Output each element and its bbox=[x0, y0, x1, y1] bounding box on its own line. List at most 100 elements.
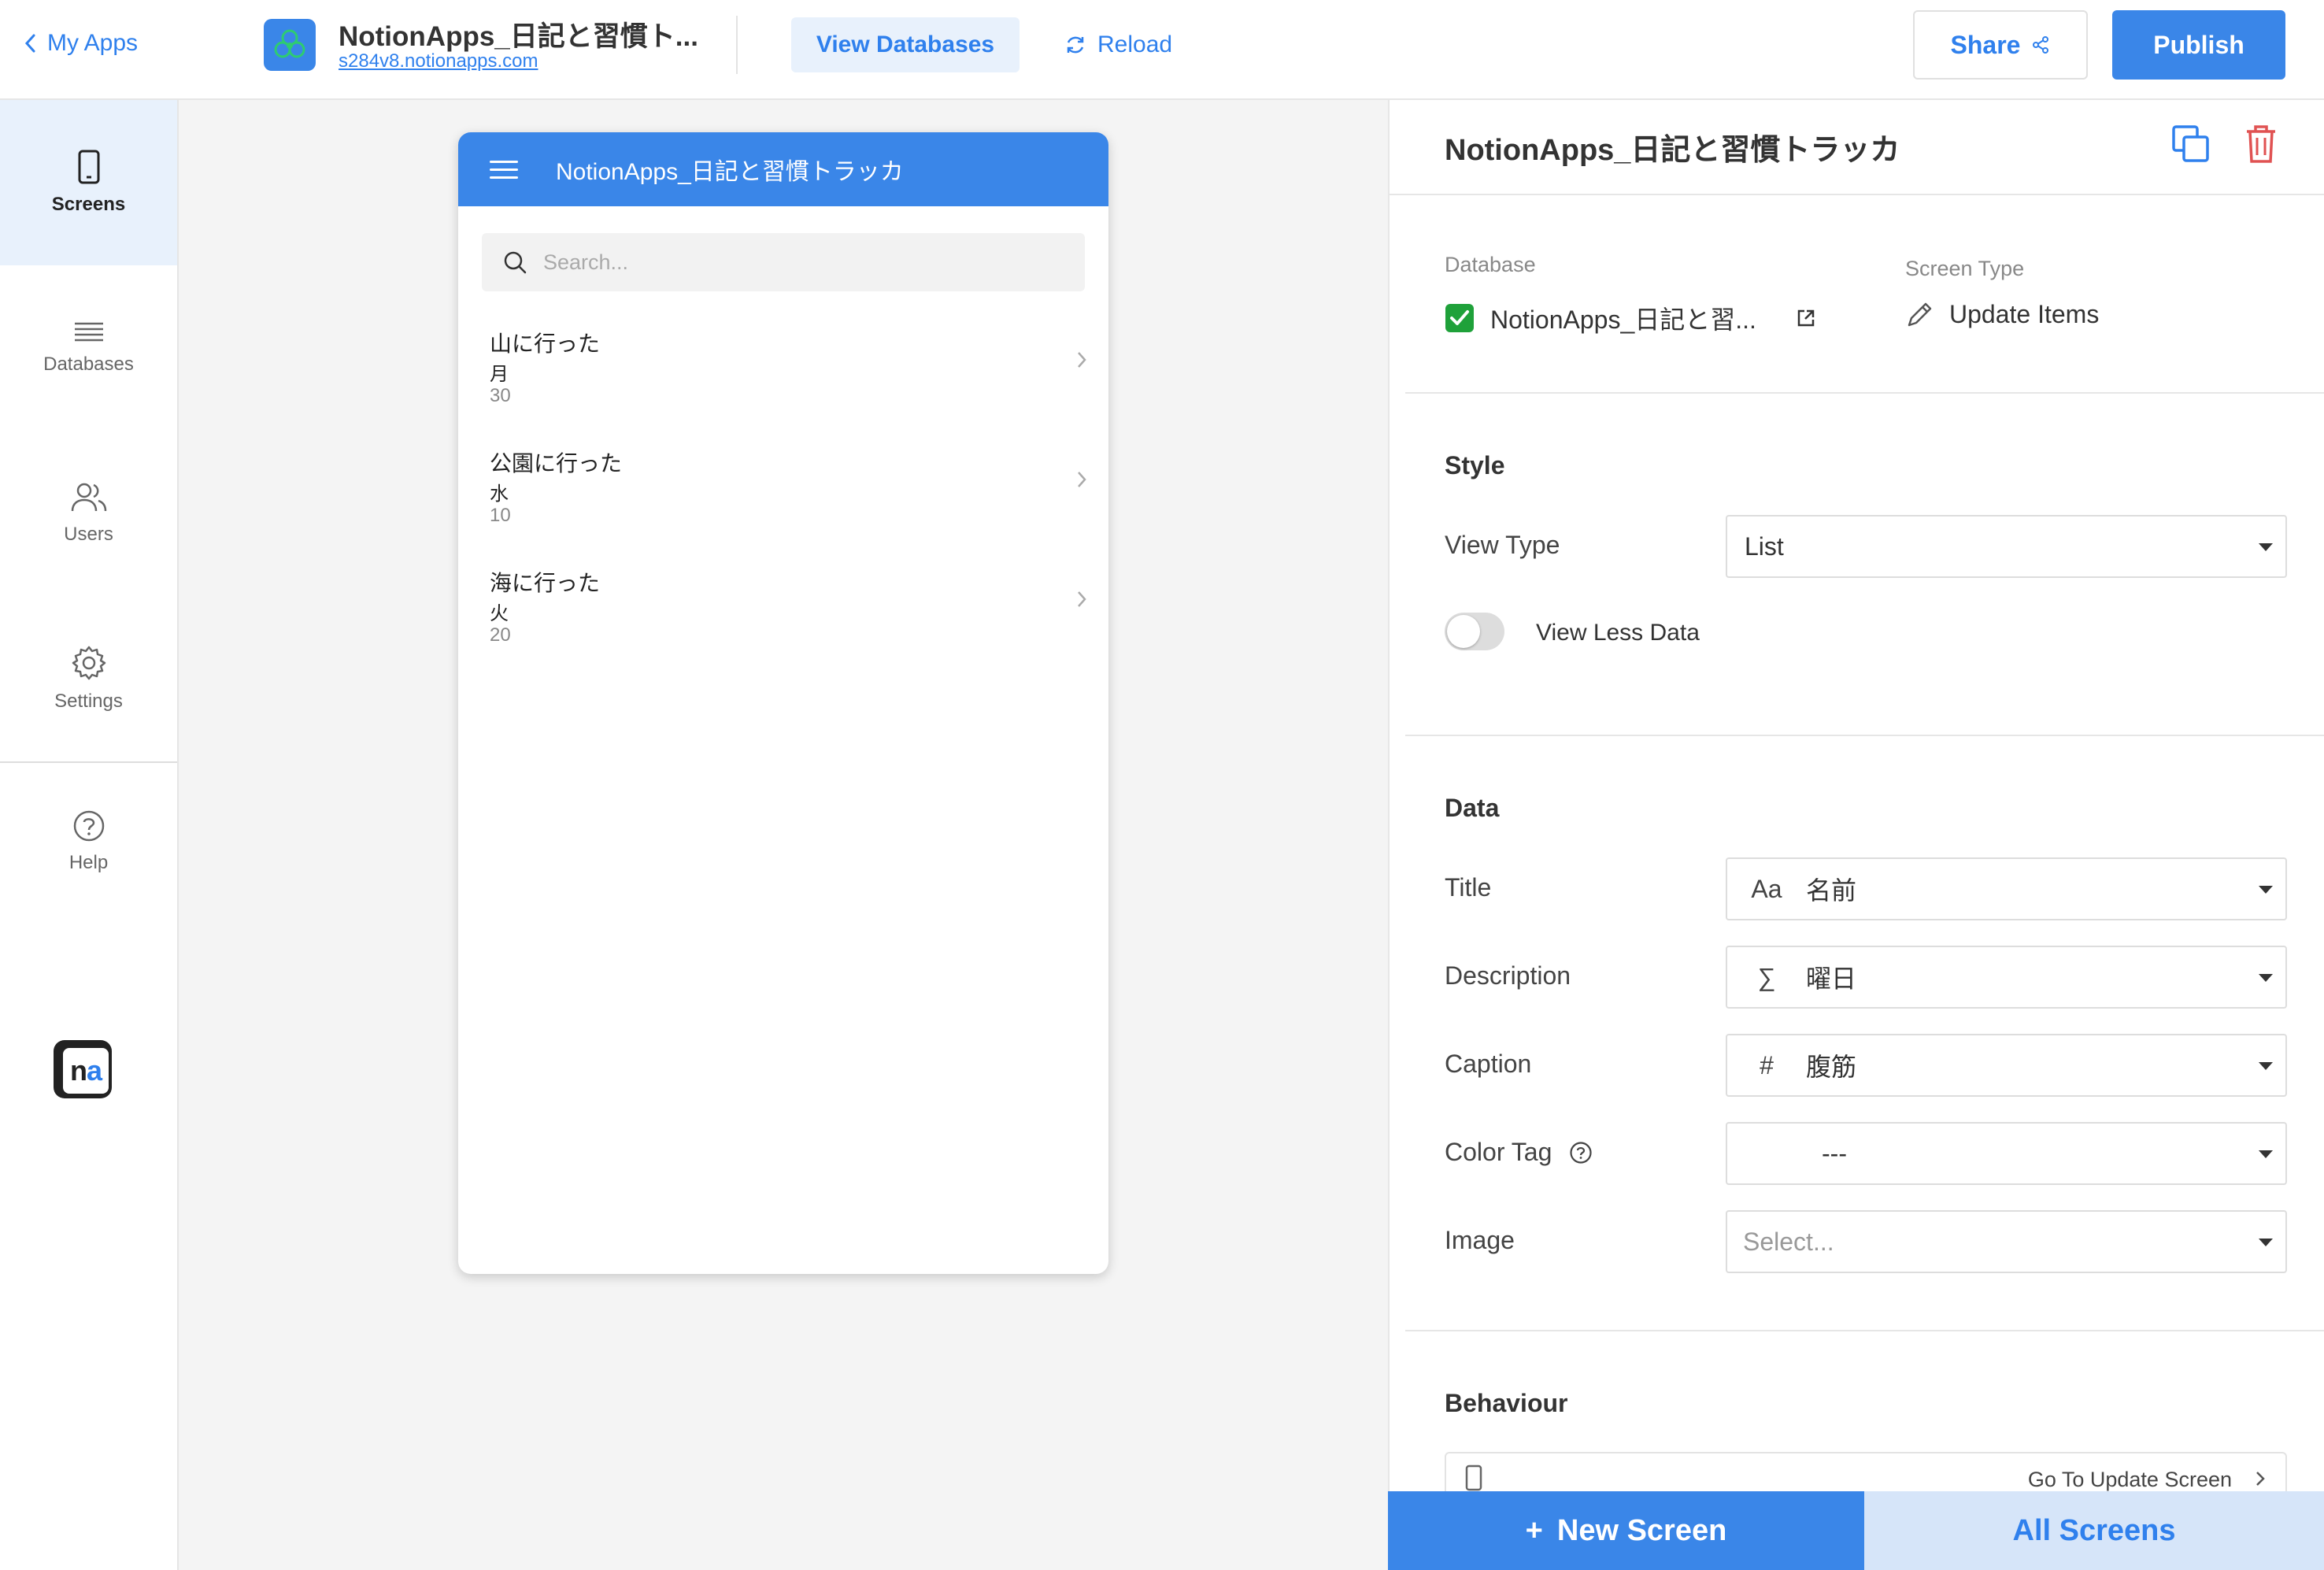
app-title: NotionApps_日記と習慣ト... bbox=[339, 21, 698, 52]
screen-type-text: Update Items bbox=[1949, 300, 2100, 328]
chevron-right-icon bbox=[1078, 352, 1086, 368]
number-type-icon: # bbox=[1760, 1050, 1774, 1079]
list-item[interactable]: 公園に行った 水 10 bbox=[458, 446, 1108, 565]
new-screen-button[interactable]: + New Screen bbox=[1388, 1491, 1864, 1570]
sidebar-item-databases[interactable]: Databases bbox=[0, 265, 177, 431]
share-label: Share bbox=[1950, 30, 2021, 59]
pencil-icon bbox=[1908, 302, 1932, 326]
screen-title: NotionApps_日記と習慣トラッカ bbox=[1445, 134, 1900, 167]
data-heading: Data bbox=[1445, 794, 1500, 822]
checkmark-icon bbox=[1445, 304, 1474, 332]
chevron-left-icon bbox=[24, 34, 35, 53]
chevron-right-icon bbox=[2256, 1472, 2265, 1486]
logo-mark: na bbox=[63, 1048, 109, 1094]
database-value[interactable]: NotionApps_日記と習... bbox=[1445, 300, 1816, 336]
reload-button[interactable]: Reload bbox=[1064, 17, 1172, 72]
search-icon bbox=[504, 251, 527, 274]
preview-search-input[interactable]: Search... bbox=[482, 233, 1085, 291]
view-type-label: View Type bbox=[1445, 531, 1560, 559]
caption-field-select[interactable]: # 腹筋 bbox=[1726, 1034, 2287, 1097]
phone-icon bbox=[1465, 1464, 1482, 1491]
item-caption: 10 bbox=[490, 505, 511, 526]
view-type-select[interactable]: List bbox=[1726, 515, 2287, 578]
sidebar-item-label: Users bbox=[64, 524, 113, 545]
title-field-label: Title bbox=[1445, 873, 1492, 902]
preview-title: NotionApps_日記と習慣トラッカ bbox=[556, 159, 904, 185]
divider bbox=[736, 16, 738, 74]
toggle-knob bbox=[1447, 615, 1480, 648]
sidebar-item-label: Screens bbox=[51, 194, 126, 215]
caption-field-label: Caption bbox=[1445, 1050, 1532, 1078]
divider bbox=[1405, 392, 2324, 394]
biohazard-icon bbox=[274, 29, 305, 58]
list-icon bbox=[74, 322, 103, 342]
item-description: 火 bbox=[490, 603, 509, 624]
back-label: My Apps bbox=[47, 30, 139, 56]
description-field-value: 曜日 bbox=[1806, 965, 1857, 993]
app-url-link[interactable]: s284v8.notionapps.com bbox=[339, 50, 538, 72]
sidebar-item-label: Databases bbox=[43, 354, 134, 375]
duplicate-icon[interactable] bbox=[2170, 124, 2211, 165]
help-icon[interactable] bbox=[1569, 1141, 1593, 1165]
list-item[interactable]: 海に行った 火 20 bbox=[458, 566, 1108, 684]
description-field-select[interactable]: ∑ 曜日 bbox=[1726, 946, 2287, 1009]
list-item[interactable]: 山に行った 月 30 bbox=[458, 327, 1108, 445]
back-to-my-apps-link[interactable]: My Apps bbox=[24, 30, 138, 57]
share-button[interactable]: Share bbox=[1913, 10, 2088, 80]
top-bar: My Apps NotionApps_日記と習慣ト... s284v8.noti… bbox=[0, 0, 2324, 100]
external-link-icon[interactable] bbox=[1796, 308, 1816, 328]
item-title: 公園に行った bbox=[490, 451, 623, 476]
divider bbox=[1405, 735, 2324, 736]
item-caption: 30 bbox=[490, 385, 511, 406]
refresh-icon bbox=[1067, 36, 1084, 54]
view-type-value: List bbox=[1745, 531, 1784, 561]
sidebar-item-label: Settings bbox=[54, 691, 123, 712]
plus-icon: + bbox=[1525, 1513, 1543, 1547]
item-caption: 20 bbox=[490, 624, 511, 646]
publish-button[interactable]: Publish bbox=[2112, 10, 2285, 80]
caret-down-icon bbox=[2259, 974, 2273, 982]
reload-label: Reload bbox=[1097, 31, 1173, 57]
screen-type-value: Update Items bbox=[1905, 300, 2099, 329]
image-field-select[interactable]: Select... bbox=[1726, 1210, 2287, 1273]
screen-settings-panel: NotionApps_日記と習慣トラッカ Database NotionApps… bbox=[1388, 100, 2324, 1570]
color-tag-field-select[interactable]: --- bbox=[1726, 1122, 2287, 1185]
caret-down-icon bbox=[2259, 886, 2273, 894]
caret-down-icon bbox=[2259, 543, 2273, 551]
phone-preview: NotionApps_日記と習慣トラッカ Search... 山に行った 月 3… bbox=[458, 132, 1108, 1274]
notionapps-logo: na bbox=[54, 1040, 112, 1098]
item-title: 山に行った bbox=[490, 331, 601, 356]
divider bbox=[1390, 194, 2324, 195]
chevron-right-icon bbox=[1078, 591, 1086, 607]
caption-field-value: 腹筋 bbox=[1806, 1053, 1857, 1081]
text-type-icon: Aa bbox=[1751, 874, 1782, 903]
sidebar-item-help[interactable]: Help bbox=[0, 763, 177, 920]
formula-type-icon: ∑ bbox=[1757, 962, 1776, 991]
trash-icon[interactable] bbox=[2244, 124, 2278, 165]
sidebar-item-settings[interactable]: Settings bbox=[0, 596, 177, 761]
item-description: 水 bbox=[490, 483, 509, 505]
sidebar-item-screens[interactable]: Screens bbox=[0, 100, 177, 265]
new-screen-label: New Screen bbox=[1556, 1513, 1727, 1547]
gear-icon bbox=[72, 646, 105, 680]
style-heading: Style bbox=[1445, 451, 1505, 480]
caret-down-icon bbox=[2259, 1150, 2273, 1158]
database-label: Database bbox=[1445, 253, 1536, 276]
view-less-data-toggle[interactable] bbox=[1445, 613, 1504, 650]
image-field-value: Select... bbox=[1743, 1227, 1834, 1256]
divider bbox=[1405, 1330, 2324, 1331]
sidebar-item-label: Help bbox=[68, 852, 109, 873]
caret-down-icon bbox=[2259, 1239, 2273, 1246]
all-screens-button[interactable]: All Screens bbox=[1864, 1491, 2324, 1570]
color-tag-field-label: Color Tag bbox=[1445, 1138, 1593, 1167]
phone-icon bbox=[78, 150, 99, 184]
screen-type-label: Screen Type bbox=[1905, 257, 2025, 280]
share-icon bbox=[2033, 36, 2049, 54]
help-icon bbox=[73, 810, 104, 842]
hamburger-menu-icon[interactable] bbox=[490, 161, 518, 180]
color-tag-field-value: --- bbox=[1822, 1139, 1847, 1168]
view-databases-button[interactable]: View Databases bbox=[791, 17, 1020, 72]
image-field-label: Image bbox=[1445, 1226, 1515, 1254]
sidebar-item-users[interactable]: Users bbox=[0, 431, 177, 596]
title-field-select[interactable]: Aa 名前 bbox=[1726, 857, 2287, 920]
